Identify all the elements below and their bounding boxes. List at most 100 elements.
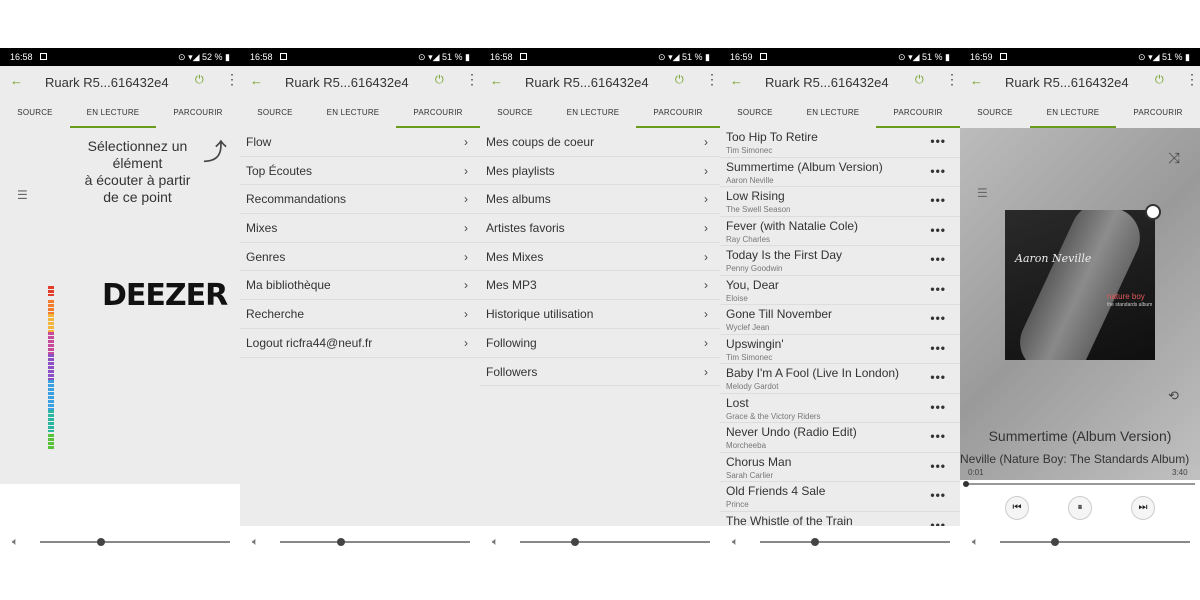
track-row[interactable]: You, Dear Eloise ••• bbox=[720, 276, 960, 305]
more-horiz-icon[interactable]: ••• bbox=[930, 370, 946, 384]
queue-icon[interactable]: ☰ bbox=[17, 188, 28, 202]
tab-parcourir[interactable]: PARCOURIR bbox=[156, 98, 240, 128]
menu-item[interactable]: Mes Mixes › bbox=[480, 243, 720, 272]
tab-en-lecture[interactable]: EN LECTURE bbox=[70, 98, 156, 128]
volume-slider-knob[interactable] bbox=[336, 538, 345, 546]
menu-item[interactable]: Genres › bbox=[240, 243, 480, 272]
track-row[interactable]: Upswingin' Tim Simonec ••• bbox=[720, 335, 960, 364]
track-row[interactable]: Low Rising The Swell Season ••• bbox=[720, 187, 960, 217]
power-icon[interactable]: ⏻ bbox=[195, 74, 204, 87]
volume-icon[interactable]: 🔈︎ bbox=[972, 536, 979, 549]
track-row[interactable]: Lost Grace & the Victory Riders ••• bbox=[720, 394, 960, 423]
tab-en-lecture[interactable]: EN LECTURE bbox=[1030, 98, 1116, 128]
more-vert-icon[interactable]: ⋮ bbox=[945, 71, 959, 88]
tab-source[interactable]: SOURCE bbox=[0, 98, 70, 128]
volume-slider-knob[interactable] bbox=[571, 538, 580, 546]
menu-item[interactable]: Flow › bbox=[240, 128, 480, 157]
device-title: Ruark R5...616432e4 bbox=[45, 75, 169, 90]
tab-parcourir[interactable]: PARCOURIR bbox=[636, 98, 720, 128]
menu-item[interactable]: Mes MP3 › bbox=[480, 271, 720, 301]
volume-icon[interactable]: 🔈︎ bbox=[732, 536, 739, 549]
status-time: 16:58 bbox=[490, 52, 513, 62]
track-row[interactable]: Today Is the First Day Penny Goodwin ••• bbox=[720, 246, 960, 276]
menu-item[interactable]: Recommandations › bbox=[240, 185, 480, 215]
tab-source[interactable]: SOURCE bbox=[240, 98, 310, 128]
back-arrow-icon[interactable]: ← bbox=[730, 73, 743, 88]
more-horiz-icon[interactable]: ••• bbox=[930, 252, 946, 266]
more-horiz-icon[interactable]: ••• bbox=[930, 311, 946, 325]
play-pause-button[interactable]: ⏸ bbox=[1068, 496, 1092, 520]
track-row[interactable]: Gone Till November Wyclef Jean ••• bbox=[720, 305, 960, 335]
menu-item[interactable]: Historique utilisation › bbox=[480, 300, 720, 329]
more-horiz-icon[interactable]: ••• bbox=[930, 429, 946, 443]
menu-item[interactable]: Followers › bbox=[480, 358, 720, 387]
menu-item[interactable]: Mes playlists › bbox=[480, 157, 720, 186]
track-row[interactable]: Chorus Man Sarah Carlier ••• bbox=[720, 453, 960, 482]
volume-icon[interactable]: 🔈︎ bbox=[252, 536, 259, 549]
power-icon[interactable]: ⏻ bbox=[675, 74, 684, 87]
hint-text: Sélectionnez un élément à écouter à partir… bbox=[75, 138, 200, 206]
status-bar: 16:58 ⊙ ▾◢ 52 % ▮ bbox=[0, 48, 240, 66]
track-row[interactable]: Never Undo (Radio Edit) Morcheeba ••• bbox=[720, 423, 960, 453]
volume-slider-knob[interactable] bbox=[96, 538, 105, 546]
next-button[interactable]: ⏭ bbox=[1131, 496, 1155, 520]
more-horiz-icon[interactable]: ••• bbox=[930, 282, 946, 296]
back-arrow-icon[interactable]: ← bbox=[970, 73, 983, 88]
tab-source[interactable]: SOURCE bbox=[720, 98, 790, 128]
more-horiz-icon[interactable]: ••• bbox=[930, 223, 946, 237]
more-vert-icon[interactable]: ⋮ bbox=[705, 71, 719, 88]
progress-knob[interactable] bbox=[963, 481, 970, 487]
menu-item[interactable]: Following › bbox=[480, 329, 720, 358]
tab-parcourir[interactable]: PARCOURIR bbox=[396, 98, 480, 128]
back-arrow-icon[interactable]: ← bbox=[250, 73, 263, 88]
track-row[interactable]: Baby I'm A Fool (Live In London) Melody G… bbox=[720, 364, 960, 394]
tab-source[interactable]: SOURCE bbox=[480, 98, 550, 128]
menu-item[interactable]: Recherche › bbox=[240, 300, 480, 329]
tab-en-lecture[interactable]: EN LECTURE bbox=[790, 98, 876, 128]
volume-icon[interactable]: 🔈︎ bbox=[12, 536, 19, 549]
volume-slider-knob[interactable] bbox=[811, 538, 820, 546]
more-vert-icon[interactable]: ⋮ bbox=[225, 71, 239, 88]
menu-item[interactable]: Logout ricfra44@neuf.fr › bbox=[240, 329, 480, 358]
more-vert-icon[interactable]: ⋮ bbox=[465, 71, 479, 88]
tab-parcourir[interactable]: PARCOURIR bbox=[1116, 98, 1200, 128]
more-horiz-icon[interactable]: ••• bbox=[930, 134, 946, 148]
track-row[interactable]: Too Hip To Retire Tim Simonec ••• bbox=[720, 128, 960, 158]
back-arrow-icon[interactable]: ← bbox=[10, 73, 23, 88]
track-row[interactable]: Fever (with Natalie Cole) Ray Charles ••• bbox=[720, 217, 960, 246]
equalizer-bar bbox=[48, 410, 54, 432]
menu-item[interactable]: Artistes favoris › bbox=[480, 214, 720, 243]
menu-item[interactable]: Ma bibliothèque › bbox=[240, 271, 480, 301]
back-arrow-icon[interactable]: ← bbox=[490, 73, 503, 88]
status-bar: 16:59 ⊙ ▾◢ 51 % ▮ bbox=[960, 48, 1200, 66]
prev-button[interactable]: ⏮ bbox=[1005, 496, 1029, 520]
track-row[interactable]: Summertime (Album Version) Aaron Neville •… bbox=[720, 158, 960, 187]
more-horiz-icon[interactable]: ••• bbox=[930, 164, 946, 178]
more-horiz-icon[interactable]: ••• bbox=[930, 193, 946, 207]
power-icon[interactable]: ⏻ bbox=[435, 74, 444, 87]
menu-item[interactable]: Top Écoutes › bbox=[240, 157, 480, 186]
menu-item[interactable]: Mixes › bbox=[240, 214, 480, 243]
menu-item[interactable]: Mes coups de coeur › bbox=[480, 128, 720, 157]
repeat-icon[interactable]: ⟲ bbox=[1168, 388, 1179, 404]
tab-en-lecture[interactable]: EN LECTURE bbox=[310, 98, 396, 128]
tab-parcourir[interactable]: PARCOURIR bbox=[876, 98, 960, 128]
power-icon[interactable]: ⏻ bbox=[915, 74, 924, 87]
power-icon[interactable]: ⏻ bbox=[1155, 74, 1164, 87]
equalizer-bar bbox=[48, 434, 54, 450]
menu-item[interactable]: Mes albums › bbox=[480, 185, 720, 215]
tab-en-lecture[interactable]: EN LECTURE bbox=[550, 98, 636, 128]
shuffle-icon[interactable]: ⤨ bbox=[1168, 150, 1180, 167]
more-horiz-icon[interactable]: ••• bbox=[930, 488, 946, 502]
more-horiz-icon[interactable]: ••• bbox=[930, 400, 946, 414]
source-badge-icon bbox=[1145, 204, 1161, 220]
more-horiz-icon[interactable]: ••• bbox=[930, 459, 946, 473]
more-horiz-icon[interactable]: ••• bbox=[930, 341, 946, 355]
track-row[interactable]: Old Friends 4 Sale Prince ••• bbox=[720, 482, 960, 512]
queue-icon[interactable]: ☰ bbox=[977, 186, 988, 200]
volume-slider-knob[interactable] bbox=[1051, 538, 1060, 546]
volume-icon[interactable]: 🔈︎ bbox=[492, 536, 499, 549]
more-vert-icon[interactable]: ⋮ bbox=[1185, 71, 1199, 88]
tab-source[interactable]: SOURCE bbox=[960, 98, 1030, 128]
menu-item-label: Ma bibliothèque bbox=[246, 278, 331, 293]
